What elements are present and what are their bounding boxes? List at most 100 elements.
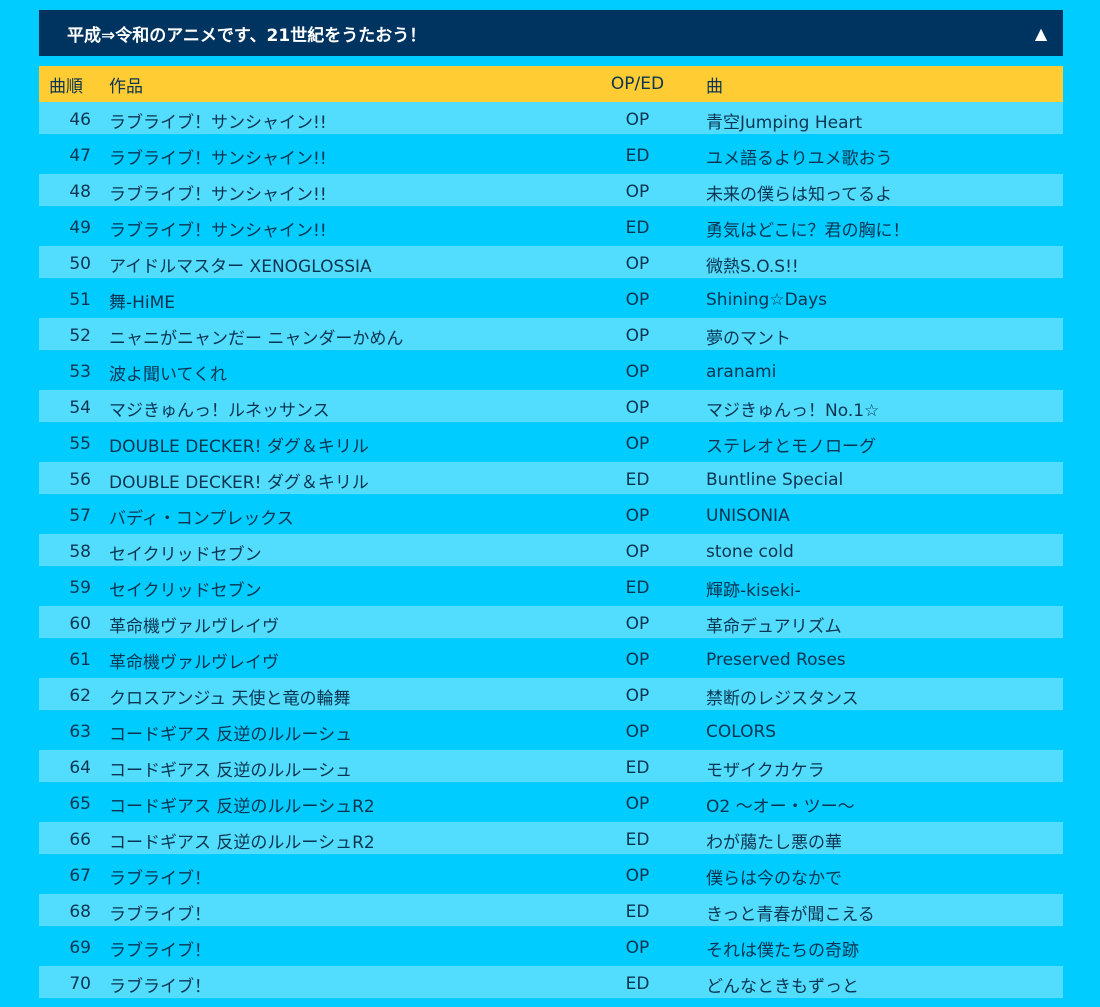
- table-row: 63 コードギアス 反逆のルルーシュ OP COLORS: [39, 714, 1063, 750]
- op-ed-cell: ED: [591, 750, 684, 786]
- work-title-cell: 舞-HiME: [109, 282, 591, 318]
- song-number-cell: 48: [39, 174, 109, 210]
- table-row: 49 ラブライブ！サンシャイン!! ED 勇気はどこに？君の胸に！: [39, 210, 1063, 246]
- work-title-cell: 波よ聞いてくれ: [109, 354, 591, 390]
- op-ed-cell: ED: [591, 894, 684, 930]
- song-number-cell: 52: [39, 318, 109, 354]
- table-row: 50 アイドルマスター XENOGLOSSIA OP 微熱S.O.S!!: [39, 246, 1063, 282]
- work-title-cell: コードギアス 反逆のルルーシュR2: [109, 822, 591, 858]
- table-row: 69 ラブライブ！ OP それは僕たちの奇跡: [39, 930, 1063, 966]
- song-number-cell: 56: [39, 462, 109, 498]
- song-number-cell: 69: [39, 930, 109, 966]
- work-title-cell: コードギアス 反逆のルルーシュ: [109, 750, 591, 786]
- work-title-cell: DOUBLE DECKER! ダグ＆キリル: [109, 426, 591, 462]
- table-row: 53 波よ聞いてくれ OP aranami: [39, 354, 1063, 390]
- song-title-cell: きっと青春が聞こえる: [684, 894, 1063, 930]
- table-row: 55 DOUBLE DECKER! ダグ＆キリル OP ステレオとモノローグ: [39, 426, 1063, 462]
- op-ed-cell: OP: [591, 102, 684, 138]
- op-ed-cell: OP: [591, 678, 684, 714]
- table-row: 67 ラブライブ！ OP 僕らは今のなかで: [39, 858, 1063, 894]
- table-row: 58 セイクリッドセブン OP stone cold: [39, 534, 1063, 570]
- op-ed-cell: OP: [591, 354, 684, 390]
- song-title-cell: 青空Jumping Heart: [684, 102, 1063, 138]
- op-ed-cell: OP: [591, 786, 684, 822]
- song-number-cell: 50: [39, 246, 109, 282]
- op-ed-cell: OP: [591, 246, 684, 282]
- table-row: 52 ニャニがニャンだー ニャンダーかめん OP 夢のマント: [39, 318, 1063, 354]
- table-row: 65 コードギアス 反逆のルルーシュR2 OP O2 ～オー・ツー～: [39, 786, 1063, 822]
- work-title-cell: セイクリッドセブン: [109, 534, 591, 570]
- panel-title: 平成⇒令和のアニメです、21世紀をうたおう！: [67, 25, 427, 46]
- song-number-cell: 63: [39, 714, 109, 750]
- op-ed-cell: OP: [591, 174, 684, 210]
- op-ed-cell: OP: [591, 642, 684, 678]
- song-title-cell: ユメ語るよりユメ歌おう: [684, 138, 1063, 174]
- work-title-cell: コードギアス 反逆のルルーシュR2: [109, 786, 591, 822]
- table-row: 46 ラブライブ！サンシャイン!! OP 青空Jumping Heart: [39, 102, 1063, 138]
- song-title-cell: 勇気はどこに？君の胸に！: [684, 210, 1063, 246]
- work-title-cell: コードギアス 反逆のルルーシュ: [109, 714, 591, 750]
- song-number-cell: 61: [39, 642, 109, 678]
- work-title-cell: セイクリッドセブン: [109, 570, 591, 606]
- table-row: 47 ラブライブ！サンシャイン!! ED ユメ語るよりユメ歌おう: [39, 138, 1063, 174]
- song-title-cell: 未来の僕らは知ってるよ: [684, 174, 1063, 210]
- work-title-cell: クロスアンジュ 天使と竜の輪舞: [109, 678, 591, 714]
- song-title-cell: ステレオとモノローグ: [684, 426, 1063, 462]
- table-row: 57 バディ・コンプレックス OP UNISONIA: [39, 498, 1063, 534]
- song-number-cell: 55: [39, 426, 109, 462]
- op-ed-cell: ED: [591, 210, 684, 246]
- work-title-cell: ラブライブ！サンシャイン!!: [109, 138, 591, 174]
- song-title-cell: 僕らは今のなかで: [684, 858, 1063, 894]
- column-header-no: 曲順: [39, 66, 109, 102]
- op-ed-cell: ED: [591, 822, 684, 858]
- song-number-cell: 64: [39, 750, 109, 786]
- collapse-toggle-icon[interactable]: ▲: [1031, 24, 1051, 43]
- column-header-oped: OP/ED: [591, 66, 684, 102]
- song-title-cell: 禁断のレジスタンス: [684, 678, 1063, 714]
- song-title-cell: 夢のマント: [684, 318, 1063, 354]
- work-title-cell: ラブライブ！: [109, 894, 591, 930]
- song-number-cell: 51: [39, 282, 109, 318]
- table-header-row: 曲順 作品 OP/ED 曲: [39, 66, 1063, 102]
- song-title-cell: COLORS: [684, 714, 1063, 750]
- op-ed-cell: ED: [591, 570, 684, 606]
- song-number-cell: 53: [39, 354, 109, 390]
- op-ed-cell: OP: [591, 498, 684, 534]
- song-number-cell: 57: [39, 498, 109, 534]
- work-title-cell: ラブライブ！サンシャイン!!: [109, 174, 591, 210]
- song-title-cell: O2 ～オー・ツー～: [684, 786, 1063, 822]
- song-number-cell: 49: [39, 210, 109, 246]
- column-header-song: 曲: [684, 66, 1063, 102]
- op-ed-cell: ED: [591, 138, 684, 174]
- op-ed-cell: OP: [591, 714, 684, 750]
- song-number-cell: 70: [39, 966, 109, 1002]
- work-title-cell: マジきゅんっ！ルネッサンス: [109, 390, 591, 426]
- panel-header[interactable]: 平成⇒令和のアニメです、21世紀をうたおう！ ▲: [39, 10, 1063, 56]
- song-number-cell: 67: [39, 858, 109, 894]
- work-title-cell: ラブライブ！サンシャイン!!: [109, 210, 591, 246]
- table-row: 64 コードギアス 反逆のルルーシュ ED モザイクカケラ: [39, 750, 1063, 786]
- song-table: 曲順 作品 OP/ED 曲 46 ラブライブ！サンシャイン!! OP 青空Jumpin…: [39, 66, 1063, 1002]
- song-title-cell: マジきゅんっ！No.1☆: [684, 390, 1063, 426]
- song-number-cell: 65: [39, 786, 109, 822]
- op-ed-cell: ED: [591, 966, 684, 1002]
- column-header-work: 作品: [109, 66, 591, 102]
- song-title-cell: 輝跡-kiseki-: [684, 570, 1063, 606]
- work-title-cell: バディ・コンプレックス: [109, 498, 591, 534]
- song-title-cell: Preserved Roses: [684, 642, 1063, 678]
- song-title-cell: 革命デュアリズム: [684, 606, 1063, 642]
- work-title-cell: ラブライブ！: [109, 966, 591, 1002]
- song-number-cell: 62: [39, 678, 109, 714]
- table-row: 68 ラブライブ！ ED きっと青春が聞こえる: [39, 894, 1063, 930]
- song-number-cell: 46: [39, 102, 109, 138]
- op-ed-cell: OP: [591, 282, 684, 318]
- work-title-cell: 革命機ヴァルヴレイヴ: [109, 606, 591, 642]
- song-number-cell: 59: [39, 570, 109, 606]
- song-number-cell: 68: [39, 894, 109, 930]
- song-number-cell: 58: [39, 534, 109, 570]
- song-number-cell: 66: [39, 822, 109, 858]
- song-title-cell: Buntline Special: [684, 462, 1063, 498]
- song-title-cell: モザイクカケラ: [684, 750, 1063, 786]
- table-row: 54 マジきゅんっ！ルネッサンス OP マジきゅんっ！No.1☆: [39, 390, 1063, 426]
- work-title-cell: ラブライブ！: [109, 858, 591, 894]
